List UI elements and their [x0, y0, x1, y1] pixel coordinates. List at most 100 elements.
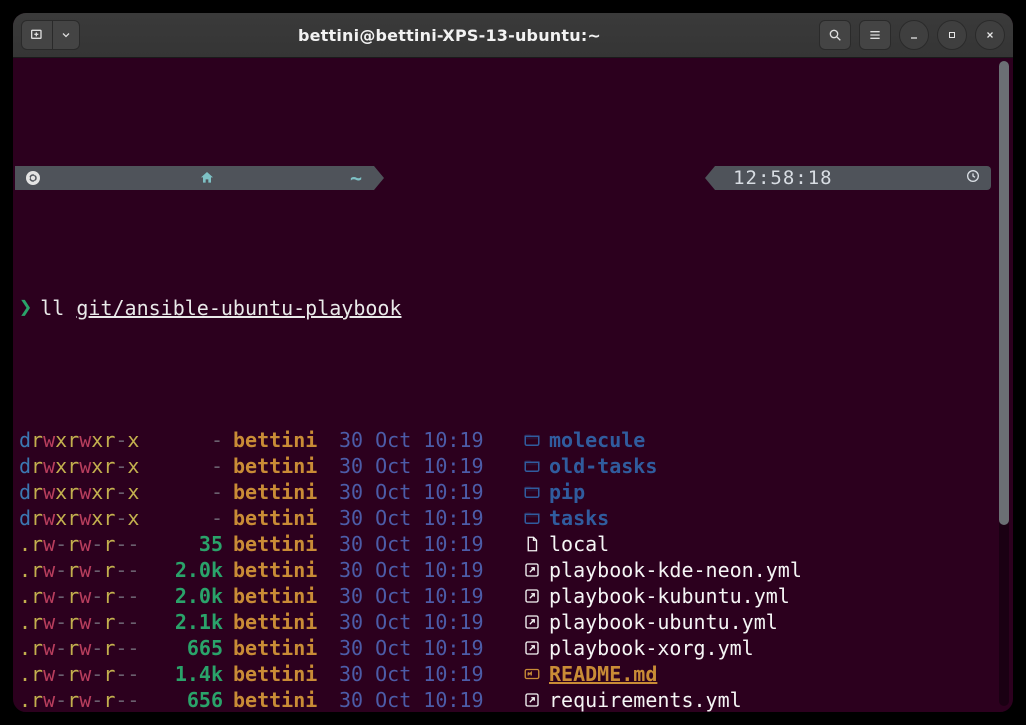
file-name: README.md [545, 661, 657, 687]
time-value: 12:58:18 [733, 165, 833, 191]
file-owner: bettini [223, 687, 333, 713]
file-name: requirements.yml [545, 687, 742, 713]
breadcrumb: ~ [15, 166, 374, 190]
permissions: .rw-rw-r-- [19, 661, 151, 687]
listing-row: .rw-rw-r--665bettini30 Oct 10:19 playbook… [19, 635, 991, 661]
file-size: 665 [151, 635, 223, 661]
file-name: playbook-xorg.yml [545, 635, 754, 661]
file-name: old-tasks [545, 453, 657, 479]
terminal-content[interactable]: ~ 12:58:18 ❯ ll git/ansible-ubuntu-playb… [13, 57, 997, 712]
scrollbar-thumb[interactable] [999, 61, 1009, 525]
listing-row: drwxrwxr-x-bettini30 Oct 10:19 tasks [19, 505, 991, 531]
ubuntu-icon [25, 118, 170, 238]
prompt-header-1: ~ 12:58:18 [19, 165, 991, 191]
file-date: 30 Oct 10:19 [333, 531, 519, 557]
file-size: - [151, 453, 223, 479]
permissions: .rw-rw-r-- [19, 583, 151, 609]
file-name: molecule [545, 427, 645, 453]
listing-row: .rw-rw-r--1.4kbettini30 Oct 10:19 README.… [19, 661, 991, 687]
file-owner: bettini [223, 635, 333, 661]
breadcrumb-os-segment [15, 166, 182, 190]
permissions: drwxrwxr-x [19, 479, 151, 505]
file-owner: bettini [223, 479, 333, 505]
listing-row: drwxrwxr-x-bettini30 Oct 10:19 molecule [19, 427, 991, 453]
menu-button[interactable] [859, 20, 891, 50]
file-date: 30 Oct 10:19 [333, 427, 519, 453]
file-owner: bettini [223, 531, 333, 557]
file-size: 656 [151, 687, 223, 713]
file-size: 1.4k [151, 661, 223, 687]
permissions: .rw-rw-r-- [19, 557, 151, 583]
file-name: playbook-kubuntu.yml [545, 583, 790, 609]
maximize-button[interactable] [937, 20, 967, 50]
permissions: .rw-rw-r-- [19, 687, 151, 713]
listing-row: drwxrwxr-x-bettini30 Oct 10:19 pip [19, 479, 991, 505]
file-size: 2.1k [151, 609, 223, 635]
file-date: 30 Oct 10:19 [333, 479, 519, 505]
file-listing: drwxrwxr-x-bettini30 Oct 10:19moleculedr… [19, 427, 991, 713]
file-name: local [545, 531, 609, 557]
listing-row: .rw-rw-r--656bettini30 Oct 10:19 requirem… [19, 687, 991, 713]
prompt-symbol: ❯ [19, 295, 32, 321]
search-button[interactable] [819, 20, 851, 50]
clock-icon [841, 139, 981, 217]
file-size: - [151, 479, 223, 505]
time-pill-1: 12:58:18 [715, 166, 991, 190]
new-tab-button[interactable] [21, 20, 53, 50]
listing-row: .rw-rw-r--35bettini30 Oct 10:19 local [19, 531, 991, 557]
command-text: ll git/ansible-ubuntu-playbook [40, 295, 401, 321]
home-icon [198, 118, 343, 238]
file-size: - [151, 505, 223, 531]
file-owner: bettini [223, 505, 333, 531]
file-name: playbook-kde-neon.yml [545, 557, 802, 583]
file-owner: bettini [223, 661, 333, 687]
permissions: .rw-rw-r-- [19, 635, 151, 661]
file-icon [519, 535, 545, 553]
minimize-button[interactable] [899, 20, 929, 50]
file-owner: bettini [223, 583, 333, 609]
permissions: .rw-rw-r-- [19, 531, 151, 557]
scrollbar[interactable] [999, 61, 1009, 706]
file-size: - [151, 427, 223, 453]
file-size: 2.0k [151, 583, 223, 609]
permissions: drwxrwxr-x [19, 453, 151, 479]
permissions: drwxrwxr-x [19, 505, 151, 531]
file-owner: bettini [223, 453, 333, 479]
link-file-icon [519, 561, 545, 579]
file-date: 30 Oct 10:19 [333, 557, 519, 583]
file-size: 2.0k [151, 557, 223, 583]
file-owner: bettini [223, 427, 333, 453]
folder-icon [519, 431, 545, 449]
file-date: 30 Oct 10:19 [333, 583, 519, 609]
command-line-1: ❯ ll git/ansible-ubuntu-playbook [19, 295, 991, 321]
file-size: 35 [151, 531, 223, 557]
permissions: drwxrwxr-x [19, 427, 151, 453]
file-date: 30 Oct 10:19 [333, 453, 519, 479]
readme-icon [519, 665, 545, 683]
file-name: playbook-ubuntu.yml [545, 609, 778, 635]
file-owner: bettini [223, 609, 333, 635]
folder-icon [519, 483, 545, 501]
folder-icon [519, 509, 545, 527]
file-date: 30 Oct 10:19 [333, 661, 519, 687]
file-name: tasks [545, 505, 609, 531]
link-file-icon [519, 639, 545, 657]
new-tab-menu-button[interactable] [52, 20, 80, 50]
listing-row: drwxrwxr-x-bettini30 Oct 10:19 old-tasks [19, 453, 991, 479]
folder-icon [519, 457, 545, 475]
link-file-icon [519, 691, 545, 709]
file-date: 30 Oct 10:19 [333, 609, 519, 635]
listing-row: .rw-rw-r--2.0kbettini30 Oct 10:19playboo… [19, 557, 991, 583]
listing-row: .rw-rw-r--2.1kbettini30 Oct 10:19playboo… [19, 609, 991, 635]
file-date: 30 Oct 10:19 [333, 505, 519, 531]
file-date: 30 Oct 10:19 [333, 635, 519, 661]
titlebar-left [21, 20, 80, 50]
breadcrumb-path: ~ [350, 165, 362, 191]
link-file-icon [519, 587, 545, 605]
file-date: 30 Oct 10:19 [333, 687, 519, 713]
window-title: bettini@bettini-XPS-13-ubuntu:~ [86, 26, 813, 45]
breadcrumb-home-segment: ~ [182, 166, 375, 190]
file-name: pip [545, 479, 585, 505]
close-button[interactable] [975, 20, 1005, 50]
titlebar-right [819, 20, 1005, 50]
